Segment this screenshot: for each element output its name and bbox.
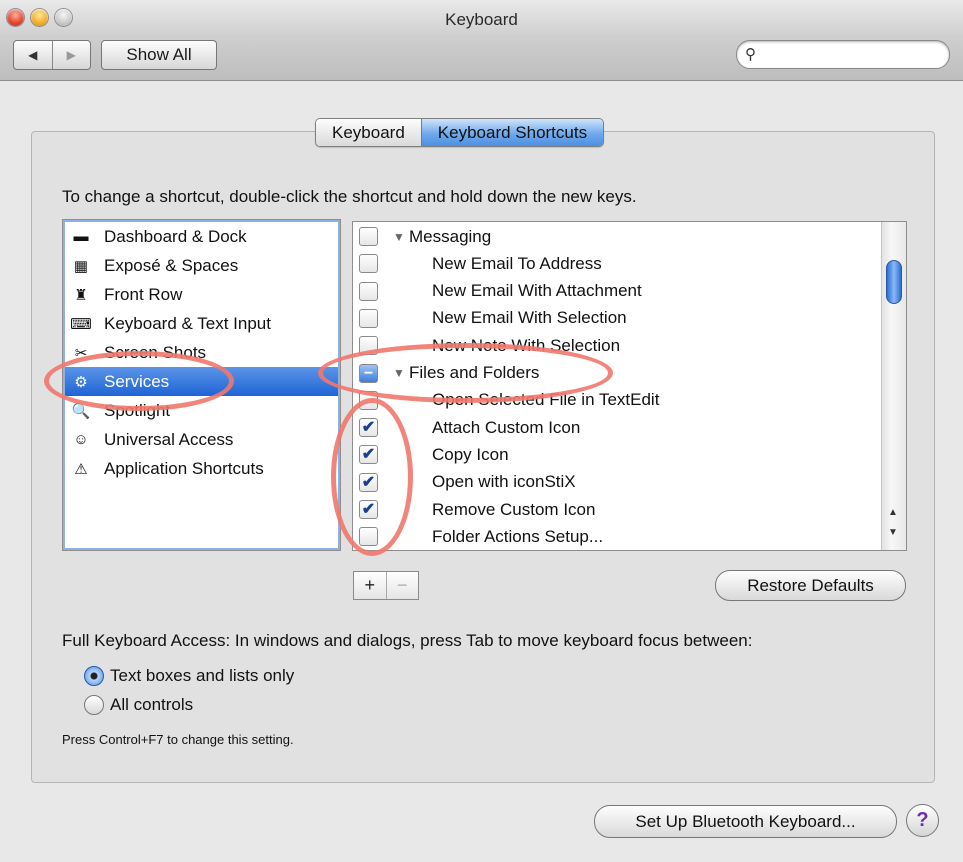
service-label: New Note With Selection [432,335,621,355]
category-label: Services [104,371,170,391]
service-label: Folder Actions Setup... [432,526,604,546]
instruction-text: To change a shortcut, double-click the s… [62,187,637,206]
service-checkbox[interactable] [359,527,378,547]
radio-label-all-controls[interactable]: All controls [110,695,193,715]
category-label: Front Row [104,284,183,304]
tab-bar: Keyboard Keyboard Shortcuts [315,118,605,147]
service-checkbox[interactable]: ✔ [359,500,378,519]
add-button[interactable]: + [354,572,386,599]
service-checkbox[interactable]: ✔ [359,445,378,465]
back-button[interactable]: ◀ [14,41,53,69]
service-group-row[interactable]: ▼ Messaging [353,223,883,250]
help-button[interactable]: ? [906,804,939,837]
title-bar: Keyboard ◀ ▶ Show All ⚲ [0,0,963,81]
spotlight-icon: 🔍 [71,402,91,420]
service-row[interactable]: New Email With Selection [353,305,883,332]
remove-button[interactable]: − [385,572,419,599]
radio-label-text-boxes[interactable]: Text boxes and lists only [110,666,294,686]
service-checkbox[interactable]: − [359,363,378,383]
camera-icon: ✂ [74,344,88,362]
category-item-front-row[interactable]: ♜ Front Row [65,280,338,309]
category-item-expos-spaces[interactable]: ▦ Exposé & Spaces [65,251,338,280]
window-title: Keyboard [445,10,518,29]
keyboard-preferences-window: Keyboard ◀ ▶ Show All ⚲ Keyboard Keyboar… [0,0,963,862]
category-label: Screen Shots [104,342,207,362]
service-row[interactable]: ✔ Copy Icon [353,441,883,468]
service-checkbox[interactable] [359,308,378,328]
services-list: ▼ Messaging New Email To Address New Email … [352,221,907,551]
service-row[interactable]: ✔ Open with iconStiX [353,469,883,496]
service-group-row[interactable]: − ▼ Files and Folders [353,360,883,387]
search-input[interactable] [765,44,939,66]
service-label: Files and Folders [409,363,540,382]
service-row[interactable]: Folder Actions Setup... [353,523,883,550]
service-row[interactable]: ✔ Attach Custom Icon [353,414,883,441]
tab-keyboard[interactable]: Keyboard [316,119,421,146]
category-item-application-shortcuts[interactable]: ⚠ Application Shortcuts [65,454,338,483]
search-field: ⚲ [736,40,950,69]
service-checkbox[interactable] [359,390,378,410]
category-label: Dashboard & Dock [104,226,247,246]
service-checkbox[interactable] [359,281,378,301]
tab-keyboard-shortcuts[interactable]: Keyboard Shortcuts [420,119,604,146]
service-checkbox[interactable]: ✔ [359,418,378,438]
disclosure-triangle-icon[interactable]: ▼ [393,366,405,380]
disclosure-triangle-icon[interactable]: ▼ [393,230,405,244]
service-label: New Email With Attachment [432,281,642,301]
keyboard-icon: ⌨ [70,315,92,333]
radio-text-boxes-only[interactable] [84,666,104,686]
category-label: Universal Access [104,429,234,449]
category-item-universal-access[interactable]: ☺ Universal Access [65,425,338,454]
category-label: Spotlight [104,400,171,420]
radio-all-controls[interactable] [84,695,104,715]
service-checkbox[interactable] [359,254,378,274]
service-label: New Email To Address [432,253,602,273]
dashboard-icon: ▬ [73,228,89,245]
forward-button[interactable]: ▶ [53,41,91,69]
control-f7-note: Press Control+F7 to change this setting. [62,732,294,747]
service-row[interactable]: ✔ Remove Custom Icon [353,496,883,523]
category-item-keyboard-text-input[interactable]: ⌨ Keyboard & Text Input [65,309,338,338]
service-label: Remove Custom Icon [432,499,596,519]
service-label: Open Selected File in TextEdit [432,390,660,410]
service-label: Copy Icon [432,444,509,464]
service-row[interactable]: New Email To Address [353,250,883,277]
app-shortcuts-icon: ⚠ [74,460,88,478]
service-label: Attach Custom Icon [432,417,581,437]
full-keyboard-access-label: Full Keyboard Access: In windows and dia… [62,631,753,650]
category-item-dashboard-dock[interactable]: ▬ Dashboard & Dock [65,222,338,251]
service-label: New Email With Selection [432,308,627,328]
service-row[interactable]: New Email With Attachment [353,278,883,305]
service-row[interactable]: Open Selected File in TextEdit [353,387,883,414]
restore-defaults-button[interactable]: Restore Defaults [715,570,906,601]
navigation-buttons: ◀ ▶ [13,40,91,70]
category-label: Exposé & Spaces [104,255,239,275]
category-item-services[interactable]: ⚙ Services [65,367,338,396]
expose-icon: ▦ [73,257,89,275]
service-label: Messaging [409,226,492,246]
shortcut-category-list: ▬ Dashboard & Dock ▦ Exposé & Spaces ♜ Front … [62,219,341,551]
front-row-icon: ♜ [74,286,88,304]
search-icon: ⚲ [745,46,756,63]
accessibility-icon: ☺ [73,431,89,448]
category-item-spotlight[interactable]: 🔍 Spotlight [65,396,338,425]
category-label: Keyboard & Text Input [104,313,271,333]
category-item-screen-shots[interactable]: ✂ Screen Shots [65,338,338,367]
scroll-up-icon[interactable]: ▲ [888,507,898,518]
set-up-bluetooth-keyboard-button[interactable]: Set Up Bluetooth Keyboard... [594,805,897,838]
service-checkbox[interactable] [359,336,378,356]
list-add-remove-control: + − [353,571,419,600]
vertical-scrollbar[interactable]: ▲ ▼ [881,222,906,550]
gear-icon: ⚙ [74,373,88,391]
service-row[interactable]: New Note With Selection [353,332,883,359]
service-checkbox[interactable] [359,227,378,246]
scroll-thumb[interactable] [886,260,902,304]
service-checkbox[interactable]: ✔ [359,472,378,492]
service-label: Open with iconStiX [432,472,576,492]
scroll-down-icon[interactable]: ▼ [888,527,898,538]
category-label: Application Shortcuts [104,458,264,478]
show-all-button[interactable]: Show All [101,40,217,70]
